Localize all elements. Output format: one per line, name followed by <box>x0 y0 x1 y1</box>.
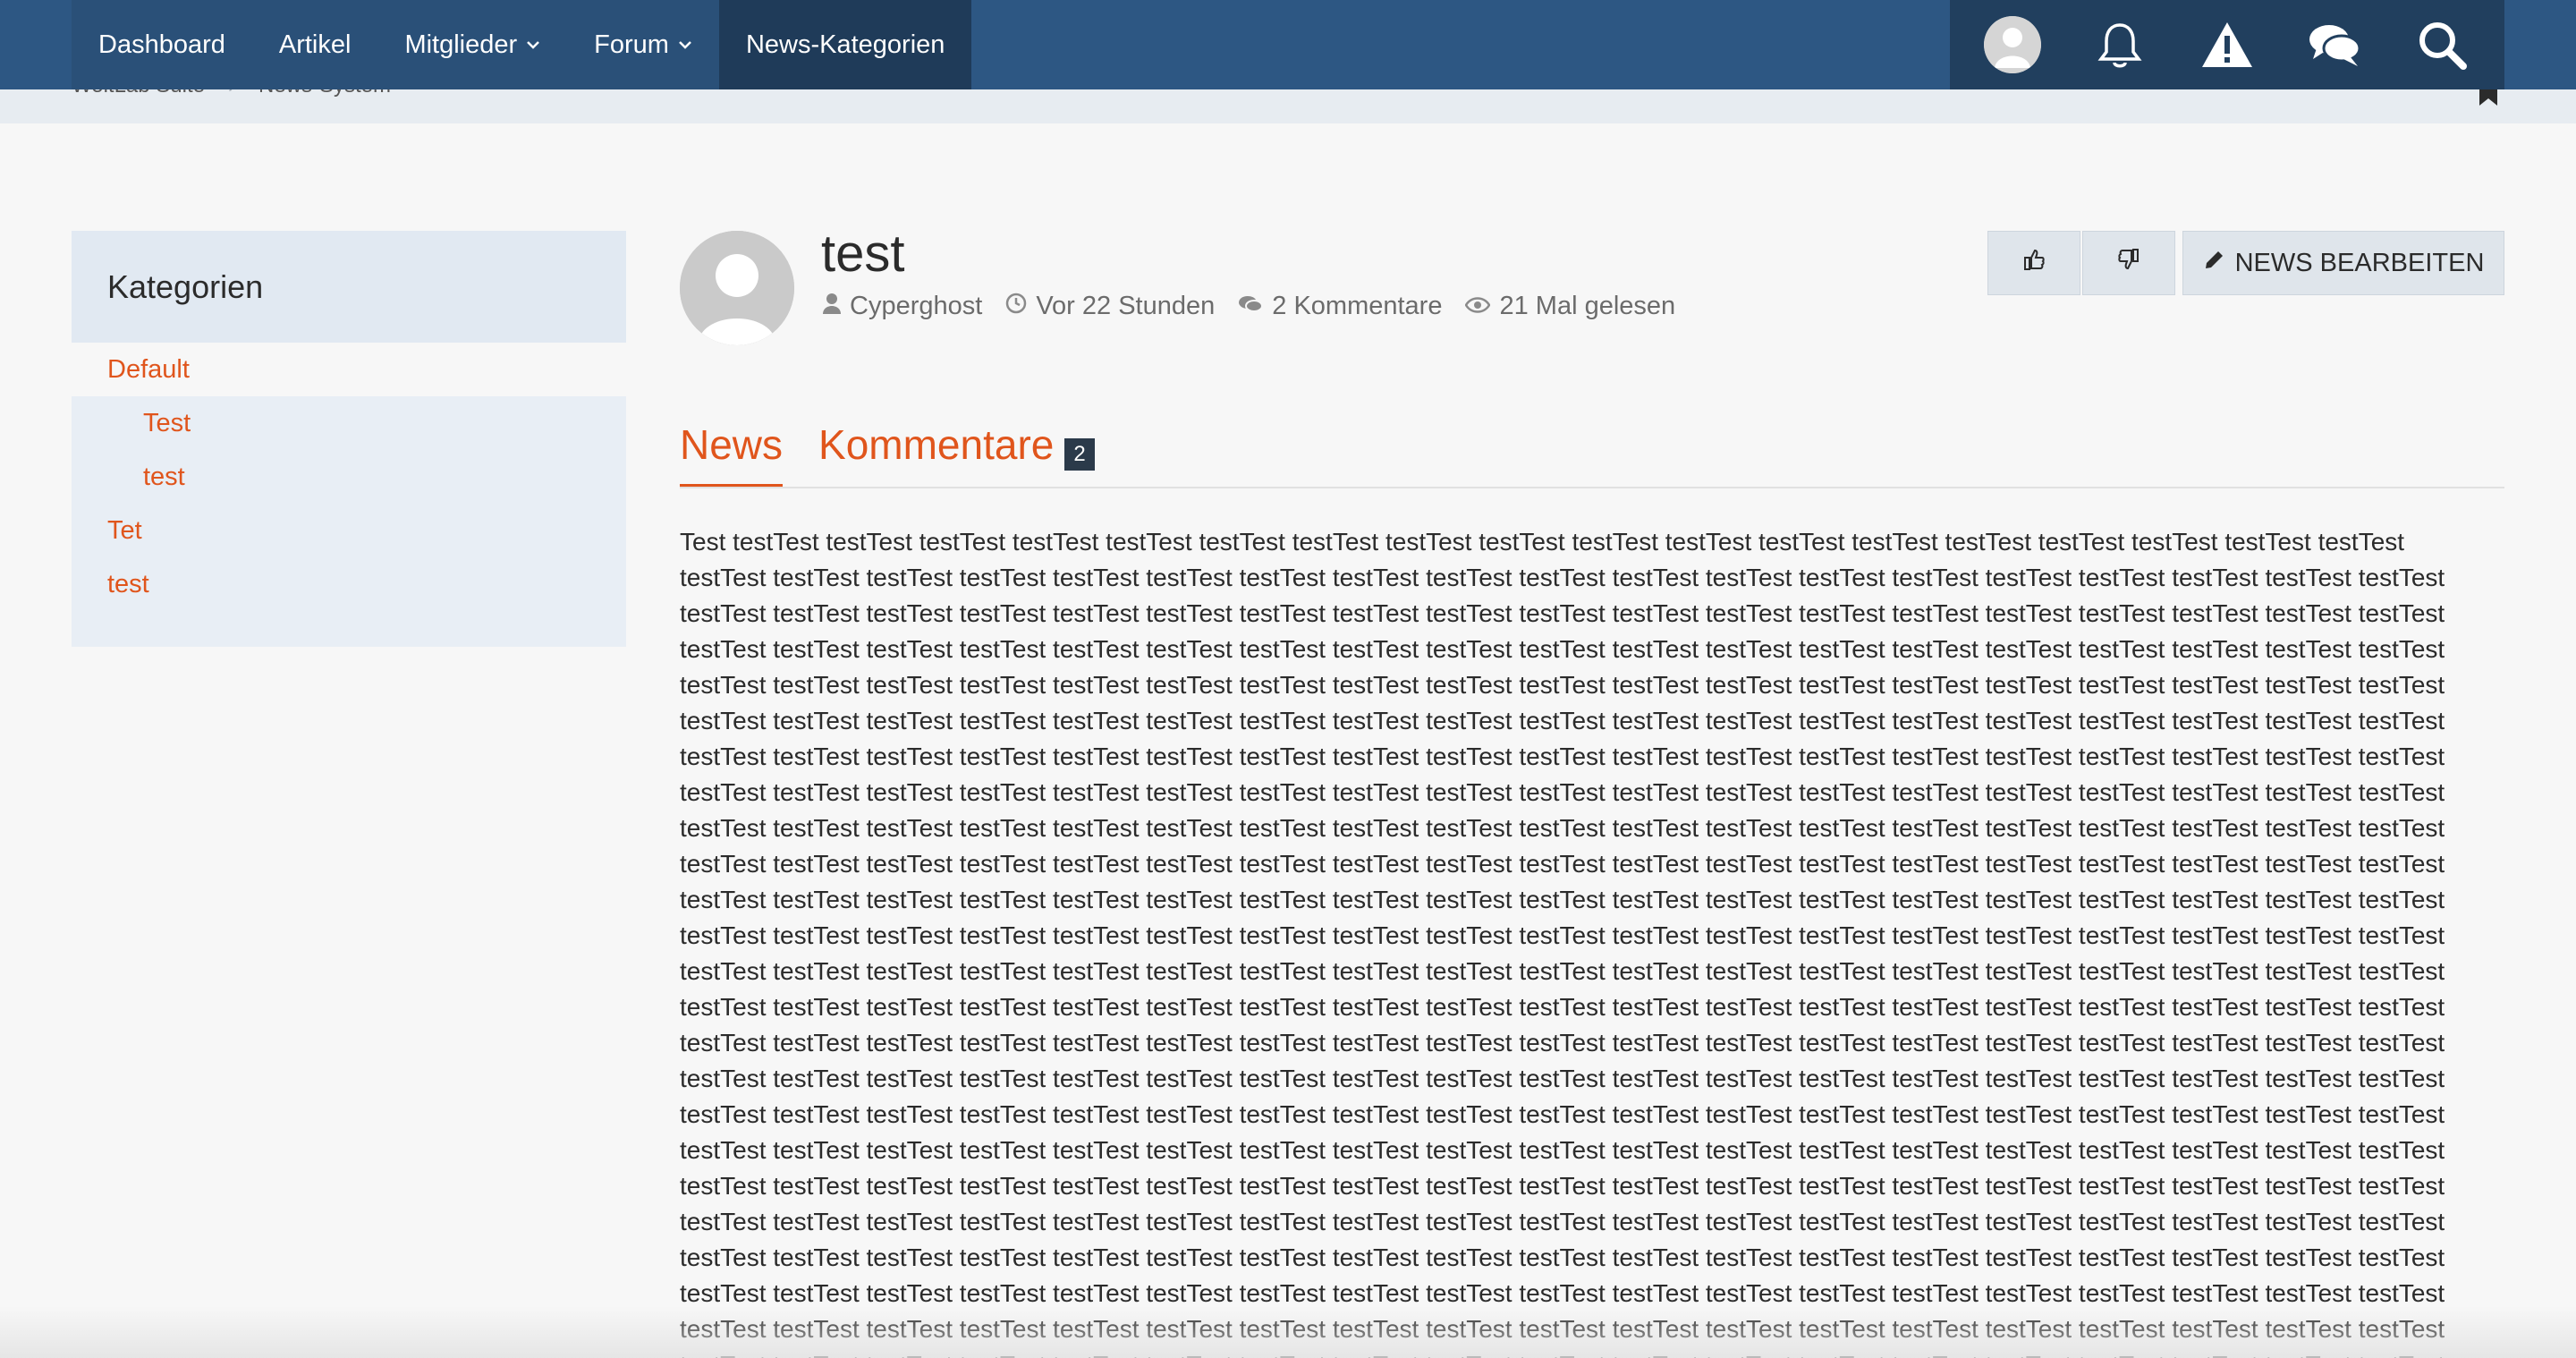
text-line: testTest testTest testTest testTest test… <box>680 1347 2481 1358</box>
category-test-lower[interactable]: test <box>72 450 626 504</box>
text-line: testTest testTest testTest testTest test… <box>680 707 2445 734</box>
main-menu: Dashboard Artikel Mitglieder Forum News-… <box>72 0 972 89</box>
category-list: Default Test test Tet test <box>72 343 626 611</box>
nav-item-label: Forum <box>594 30 669 59</box>
comments-meta[interactable]: 2 Kommentare <box>1238 292 1442 321</box>
news-meta: Cyperghost Vor 22 Stunden 2 Kommentare 2… <box>823 292 1675 321</box>
text-line: testTest testTest testTest testTest test… <box>680 564 2445 591</box>
text-line: testTest testTest testTest testTest test… <box>680 599 2445 627</box>
time-meta: Vor 22 Stunden <box>1005 292 1215 321</box>
bookmark-icon[interactable] <box>2478 89 2499 112</box>
bell-icon[interactable] <box>2091 16 2148 73</box>
comments-icon <box>1238 292 1264 321</box>
text-line: testTest testTest testTest testTest test… <box>680 1172 2445 1200</box>
text-line: testTest testTest testTest testTest test… <box>680 1208 2445 1235</box>
user-panel <box>1950 0 2504 89</box>
user-avatar-icon[interactable] <box>1984 16 2041 73</box>
author-avatar[interactable] <box>680 231 794 345</box>
warning-icon[interactable] <box>2199 16 2256 73</box>
thumbs-down-icon <box>2116 247 2141 279</box>
text-line: testTest testTest testTest testTest test… <box>680 921 2445 949</box>
pencil-icon <box>2203 249 2224 278</box>
thumbs-up-icon <box>2021 247 2046 279</box>
chevron-down-icon <box>678 39 692 50</box>
time-text: Vor 22 Stunden <box>1036 292 1216 320</box>
dislike-button[interactable] <box>2082 231 2175 295</box>
views-text: 21 Mal gelesen <box>1499 292 1676 320</box>
category-tet[interactable]: Tet <box>72 504 626 557</box>
text-line: testTest testTest testTest testTest test… <box>680 957 2445 985</box>
author-meta[interactable]: Cyperghost <box>823 292 982 321</box>
nav-item-artikel[interactable]: Artikel <box>252 0 378 89</box>
search-icon[interactable] <box>2413 16 2470 73</box>
text-line: testTest testTest testTest testTest test… <box>680 814 2445 842</box>
edit-news-button[interactable]: NEWS BEARBEITEN <box>2182 231 2504 295</box>
tab-label: News <box>680 421 784 468</box>
comments-text: 2 Kommentare <box>1272 292 1443 320</box>
text-line: testTest testTest testTest testTest test… <box>680 993 2445 1021</box>
text-line: testTest testTest testTest testTest test… <box>680 1100 2445 1128</box>
nav-item-dashboard[interactable]: Dashboard <box>72 0 252 89</box>
text-line: testTest testTest testTest testTest test… <box>680 1279 2445 1307</box>
tab-news[interactable]: News <box>680 420 784 487</box>
edit-news-label: NEWS BEARBEITEN <box>2234 248 2485 277</box>
text-line: testTest testTest testTest testTest test… <box>680 886 2445 913</box>
text-line: testTest testTest testTest testTest test… <box>680 1065 2445 1092</box>
eye-icon <box>1465 292 1491 321</box>
chat-icon[interactable] <box>2306 16 2363 73</box>
top-navigation-bar: Dashboard Artikel Mitglieder Forum News-… <box>0 0 2576 89</box>
sidebar-title: Kategorien <box>72 231 626 343</box>
like-button[interactable] <box>1987 231 2080 295</box>
tab-comments[interactable]: Kommentare 2 <box>818 420 1095 485</box>
text-line: testTest testTest testTest testTest test… <box>680 743 2445 770</box>
nav-item-mitglieder[interactable]: Mitglieder <box>377 0 567 89</box>
breadcrumb: WoltLab Suite › News-System <box>72 89 391 98</box>
nav-item-label: Mitglieder <box>404 30 518 59</box>
text-line: testTest testTest testTest testTest test… <box>680 850 2445 878</box>
categories-sidebar: Kategorien Default Test test Tet test <box>72 231 626 647</box>
tab-label: Kommentare <box>818 421 1055 468</box>
text-line: testTest testTest testTest testTest test… <box>680 778 2445 806</box>
news-body: Test testTest testTest testTest testTest… <box>680 524 2481 1358</box>
text-line: testTest testTest testTest testTest test… <box>680 1029 2445 1057</box>
breadcrumb-strip: WoltLab Suite › News-System <box>0 89 2576 123</box>
text-line: testTest testTest testTest testTest test… <box>680 635 2445 663</box>
content-tabs: News Kommentare 2 <box>680 420 2504 488</box>
text-line: testTest testTest testTest testTest test… <box>680 671 2445 699</box>
text-line: testTest testTest testTest testTest test… <box>680 1243 2445 1271</box>
nav-item-label: Dashboard <box>98 30 225 59</box>
text-line: testTest testTest testTest testTest test… <box>680 1136 2445 1164</box>
nav-item-label: News-Kategorien <box>745 30 945 59</box>
category-default[interactable]: Default <box>72 343 626 396</box>
breadcrumb-item[interactable]: News-System <box>258 89 391 98</box>
user-icon <box>823 292 841 321</box>
text-line: testTest testTest testTest testTest test… <box>680 1315 2445 1343</box>
comments-count-badge: 2 <box>1064 438 1095 471</box>
clock-icon <box>1005 292 1027 321</box>
breadcrumb-separator: › <box>228 89 235 98</box>
category-test-top[interactable]: test <box>72 557 626 611</box>
nav-item-label: Artikel <box>278 30 352 59</box>
nav-item-news-kategorien[interactable]: News-Kategorien <box>718 0 972 89</box>
news-title: test <box>821 225 905 283</box>
chevron-down-icon <box>526 39 540 50</box>
category-test[interactable]: Test <box>72 396 626 450</box>
nav-item-forum[interactable]: Forum <box>567 0 719 89</box>
breadcrumb-item[interactable]: WoltLab Suite <box>72 89 205 98</box>
author-name: Cyperghost <box>850 292 983 320</box>
views-meta: 21 Mal gelesen <box>1465 292 1675 321</box>
text-line: Test testTest testTest testTest testTest… <box>680 528 2405 556</box>
